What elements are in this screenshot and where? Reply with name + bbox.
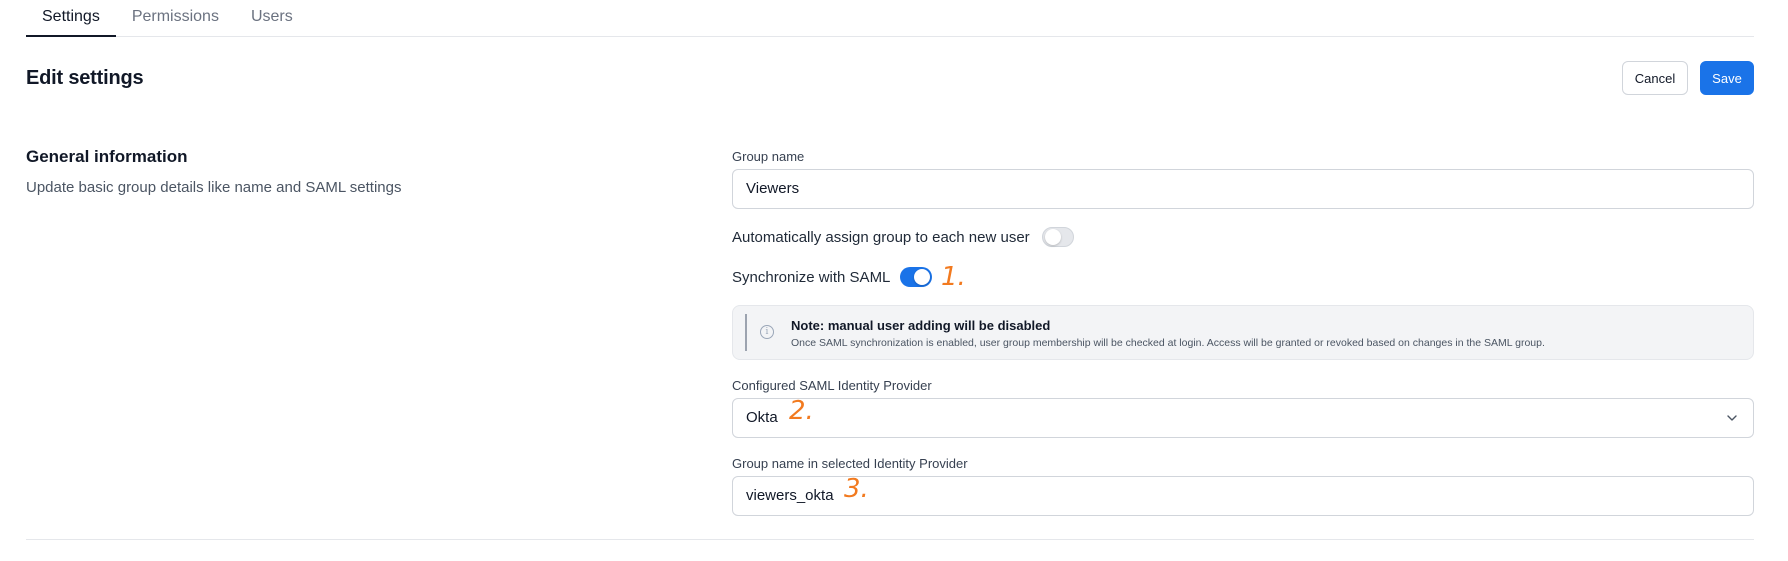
annotation-2: 2.: [789, 396, 814, 426]
page-header: Edit settings Cancel Save: [26, 61, 1754, 95]
idp-group-input[interactable]: viewers_okta: [732, 476, 1754, 516]
idp-group-label: Group name in selected Identity Provider: [732, 456, 968, 471]
auto-assign-row: Automatically assign group to each new u…: [732, 227, 1074, 247]
tab-permissions[interactable]: Permissions: [116, 0, 235, 37]
info-icon: i: [760, 325, 774, 339]
bottom-divider: [26, 539, 1754, 540]
note-title: Note: manual user adding will be disable…: [791, 318, 1051, 333]
group-name-input[interactable]: Viewers: [732, 169, 1754, 209]
saml-sync-label: Synchronize with SAML: [732, 268, 891, 286]
section-description: Update basic group details like name and…: [26, 179, 402, 196]
toggle-knob: [1044, 229, 1061, 245]
annotation-3: 3.: [844, 474, 869, 504]
auto-assign-label: Automatically assign group to each new u…: [732, 228, 1030, 246]
saml-note: i Note: manual user adding will be disab…: [732, 305, 1754, 360]
tab-bar: Settings Permissions Users: [26, 0, 1754, 37]
annotation-1: 1.: [941, 262, 966, 292]
auto-assign-toggle[interactable]: [1041, 227, 1074, 247]
toggle-knob: [914, 269, 931, 285]
page-title: Edit settings: [26, 67, 144, 89]
idp-label: Configured SAML Identity Provider: [732, 378, 932, 393]
saml-sync-row: Synchronize with SAML: [732, 267, 933, 287]
cancel-button[interactable]: Cancel: [1622, 61, 1688, 95]
idp-selected-value: Okta: [746, 409, 778, 426]
chevron-down-icon: [1727, 415, 1737, 421]
settings-page: Settings Permissions Users Edit settings…: [0, 0, 1788, 561]
saml-sync-toggle[interactable]: [900, 267, 933, 287]
note-text: Once SAML synchronization is enabled, us…: [791, 337, 1545, 349]
idp-select[interactable]: Okta: [732, 398, 1754, 438]
tab-settings[interactable]: Settings: [26, 0, 116, 37]
group-name-label: Group name: [732, 149, 805, 164]
section-title: General information: [26, 147, 188, 166]
save-button[interactable]: Save: [1700, 61, 1754, 95]
note-accent-bar: [745, 314, 747, 351]
tab-users[interactable]: Users: [235, 0, 309, 37]
